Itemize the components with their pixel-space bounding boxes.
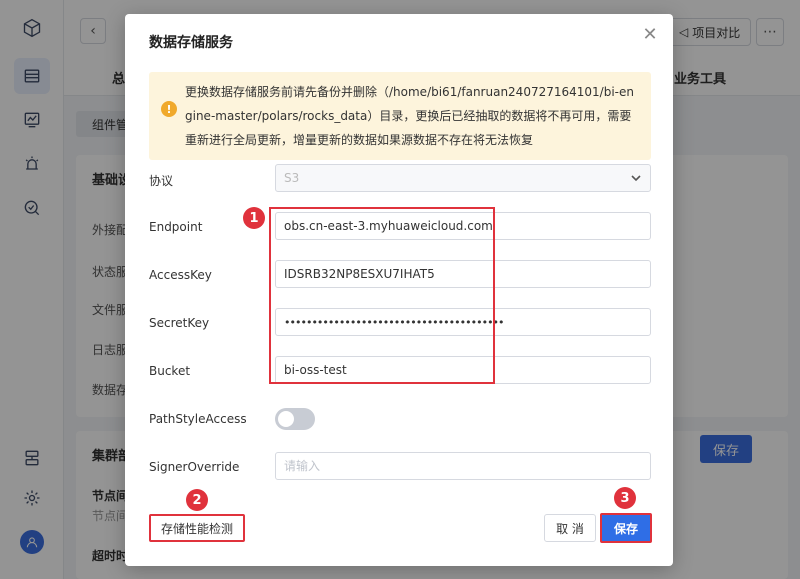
warning-icon: ! — [161, 101, 177, 117]
annotation-badge-3: 3 — [614, 487, 636, 509]
signer-override-label: SignerOverride — [149, 460, 240, 474]
storage-service-dialog: 数据存储服务 ✕ ! 更换数据存储服务前请先备份并删除（/home/bi61/f… — [125, 14, 673, 566]
bucket-label: Bucket — [149, 364, 191, 378]
storage-perf-test-button[interactable]: 存储性能检测 — [149, 514, 245, 542]
protocol-value: S3 — [284, 171, 300, 185]
protocol-select[interactable]: S3 — [275, 164, 651, 192]
signer-override-input[interactable] — [284, 459, 642, 473]
toggle-knob — [278, 411, 294, 427]
access-key-label: AccessKey — [149, 268, 212, 282]
path-style-access-label: PathStyleAccess — [149, 412, 247, 426]
protocol-label: 协议 — [149, 174, 174, 188]
annotation-badge-2: 2 — [186, 489, 208, 511]
cancel-button[interactable]: 取 消 — [544, 514, 596, 542]
annotation-box-fields — [269, 207, 495, 384]
signer-override-field[interactable] — [275, 452, 651, 480]
secret-key-label: SecretKey — [149, 316, 210, 330]
dialog-title: 数据存储服务 — [149, 35, 233, 51]
save-button[interactable]: 保存 — [600, 513, 652, 543]
alert-text: 更换数据存储服务前请先备份并删除（/home/bi61/fanruan24072… — [185, 85, 634, 147]
chevron-down-icon — [630, 172, 642, 184]
annotation-badge-1: 1 — [243, 207, 265, 229]
warning-alert: ! 更换数据存储服务前请先备份并删除（/home/bi61/fanruan240… — [149, 72, 651, 160]
close-icon[interactable]: ✕ — [641, 26, 659, 44]
endpoint-label: Endpoint — [149, 220, 203, 234]
path-style-access-toggle[interactable] — [275, 408, 315, 430]
